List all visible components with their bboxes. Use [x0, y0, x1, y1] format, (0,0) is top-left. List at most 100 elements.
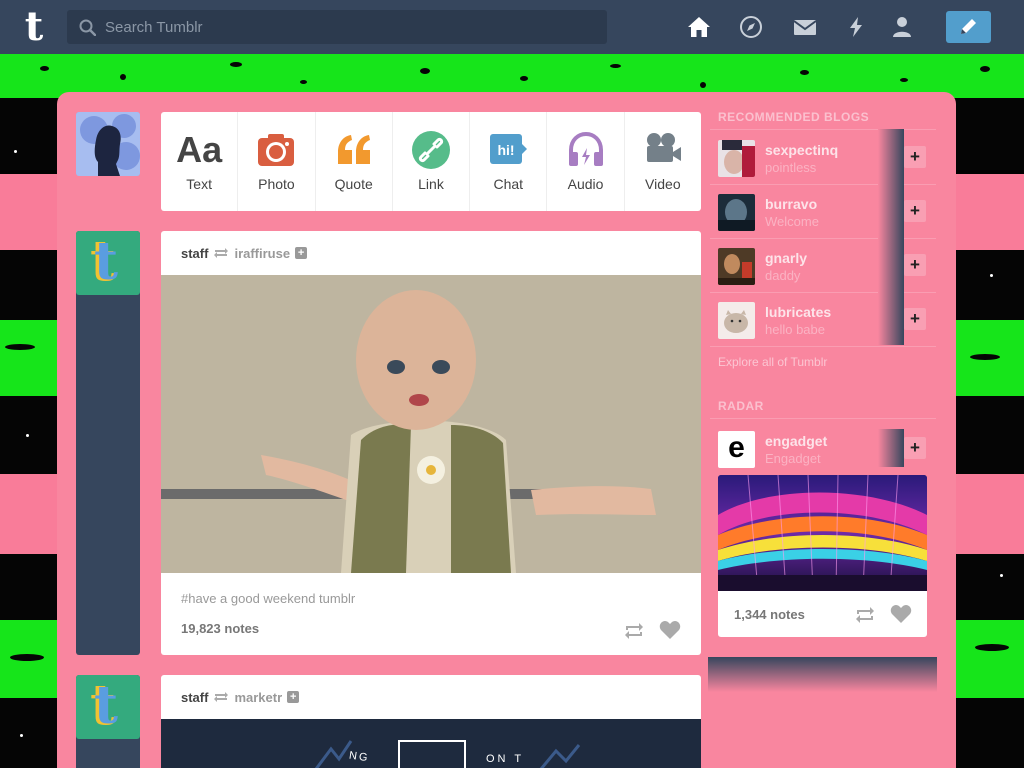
- post-avatar-column-2: tt: [76, 675, 140, 768]
- blog-name[interactable]: gnarly: [765, 250, 807, 266]
- staff-avatar[interactable]: tt: [76, 231, 140, 295]
- blog-name[interactable]: burravo: [765, 196, 817, 212]
- divider: [710, 346, 936, 347]
- post-banner-image[interactable]: NG ON T: [161, 719, 701, 768]
- blog-name[interactable]: lubricates: [765, 304, 831, 320]
- recommended-blog-item[interactable]: lubricates hello babe +: [718, 291, 928, 345]
- blog-name[interactable]: engadget: [765, 433, 827, 449]
- fade-overlay: [878, 183, 904, 237]
- recommended-blogs-title: RECOMMENDED BLOGS: [718, 110, 870, 124]
- radar-blog-item[interactable]: e engadget Engadget +: [718, 429, 928, 469]
- compose-photo-button[interactable]: Photo: [238, 112, 316, 211]
- compose-quote-button[interactable]: Quote: [316, 112, 393, 211]
- post-card-2: staff marketr + NG ON T: [161, 675, 701, 768]
- compose-chat-label: Chat: [493, 176, 524, 192]
- headphones-icon: [568, 131, 603, 166]
- text-aa-icon: Aa: [176, 129, 223, 170]
- colorful-light-tunnel-image: [718, 475, 927, 591]
- follow-plus-icon-2[interactable]: +: [287, 691, 300, 703]
- sidebar-bottom-fade: [708, 657, 937, 692]
- reblogged-from-2[interactable]: marketr: [234, 690, 282, 705]
- reblog-icon: [214, 248, 229, 258]
- quote-icon: [337, 135, 370, 164]
- radar-notes-count[interactable]: 1,344 notes: [734, 607, 805, 622]
- like-heart-icon[interactable]: [659, 620, 681, 640]
- radar-photo[interactable]: [718, 475, 927, 591]
- blog-name[interactable]: sexpectinq: [765, 142, 838, 158]
- reblogged-from[interactable]: iraffiruse: [234, 246, 290, 261]
- post-photo[interactable]: [161, 275, 701, 573]
- post-card: staff iraffiruse + #have a good weekend …: [161, 231, 701, 655]
- recommended-blog-item[interactable]: sexpectinq pointless +: [718, 129, 928, 183]
- inbox-mail-icon[interactable]: [792, 15, 818, 39]
- like-heart-icon[interactable]: [890, 604, 912, 624]
- radar-title: RADAR: [718, 399, 764, 413]
- engadget-logo-glyph: e: [728, 431, 745, 464]
- fade-overlay: [878, 429, 904, 467]
- avatar-silhouette-icon: [76, 112, 140, 176]
- search-input[interactable]: [105, 10, 595, 44]
- post-author-2[interactable]: staff: [181, 690, 208, 705]
- compose-button[interactable]: [946, 11, 991, 43]
- banner-text-right: ON T: [486, 753, 525, 765]
- recommended-blog-item[interactable]: burravo Welcome +: [718, 183, 928, 237]
- follow-button[interactable]: +: [904, 254, 926, 276]
- recommended-blog-item[interactable]: gnarly daddy +: [718, 237, 928, 291]
- follow-button[interactable]: +: [904, 200, 926, 222]
- compose-chat-button[interactable]: hi! Chat: [470, 112, 548, 211]
- divider: [710, 418, 936, 419]
- fade-overlay: [878, 237, 904, 291]
- home-icon[interactable]: [686, 15, 712, 39]
- post-author[interactable]: staff: [181, 246, 208, 261]
- post-header: staff iraffiruse +: [161, 231, 701, 275]
- post-notes-count[interactable]: 19,823 notes: [181, 621, 259, 636]
- search-icon: [79, 19, 96, 36]
- post-avatar-column: tt: [76, 231, 140, 655]
- account-person-icon[interactable]: [889, 15, 915, 39]
- compose-video-label: Video: [645, 176, 681, 192]
- chat-bubble-icon: hi!: [490, 134, 528, 164]
- post-tags[interactable]: #have a good weekend tumblr: [161, 573, 701, 609]
- compose-text-button[interactable]: Aa Text: [161, 112, 239, 211]
- follow-plus-icon[interactable]: +: [295, 247, 308, 259]
- reblog-button-icon[interactable]: [623, 621, 645, 641]
- engadget-logo-icon[interactable]: e: [718, 431, 755, 468]
- radar-post-card: 1,344 notes: [718, 475, 927, 637]
- blog-title: Engadget: [765, 451, 821, 466]
- my-avatar[interactable]: [76, 112, 140, 176]
- follow-button[interactable]: +: [904, 146, 926, 168]
- video-camera-icon: [646, 133, 681, 162]
- pencil-icon: [961, 19, 976, 34]
- compose-audio-button[interactable]: Audio: [547, 112, 625, 211]
- blog-avatar[interactable]: [718, 248, 755, 285]
- explore-all-link[interactable]: Explore all of Tumblr: [718, 355, 827, 369]
- search-box[interactable]: [67, 10, 607, 44]
- compose-quote-label: Quote: [334, 176, 373, 192]
- tumblr-logo[interactable]: t: [18, 7, 50, 47]
- blog-avatar[interactable]: [718, 140, 755, 177]
- compose-audio-label: Audio: [567, 176, 604, 192]
- follow-button[interactable]: +: [904, 308, 926, 330]
- activity-lightning-icon[interactable]: [843, 15, 869, 39]
- compose-video-button[interactable]: Video: [625, 112, 701, 211]
- explore-compass-icon[interactable]: [738, 15, 764, 39]
- compose-link-label: Link: [418, 176, 444, 192]
- blog-title: Welcome: [765, 214, 819, 229]
- compose-photo-label: Photo: [258, 176, 295, 192]
- blog-avatar[interactable]: [718, 302, 755, 339]
- blog-title: hello babe: [765, 322, 825, 337]
- staff-avatar-2[interactable]: tt: [76, 675, 140, 739]
- post-header-2: staff marketr +: [161, 675, 701, 719]
- camera-icon: [258, 134, 295, 166]
- blog-title: daddy: [765, 268, 801, 283]
- compose-link-button[interactable]: Link: [393, 112, 471, 211]
- top-navigation-bar: t: [0, 0, 1024, 54]
- blog-avatar[interactable]: [718, 194, 755, 231]
- post-type-composer: Aa Text Photo Quote Link hi! Chat Audio …: [161, 112, 701, 211]
- blog-title: pointless: [765, 160, 817, 175]
- link-icon: [411, 131, 450, 169]
- reblog-button-icon[interactable]: [854, 605, 876, 625]
- fade-overlay: [878, 129, 904, 183]
- follow-button[interactable]: +: [904, 437, 926, 459]
- banner-graphic: [314, 740, 581, 768]
